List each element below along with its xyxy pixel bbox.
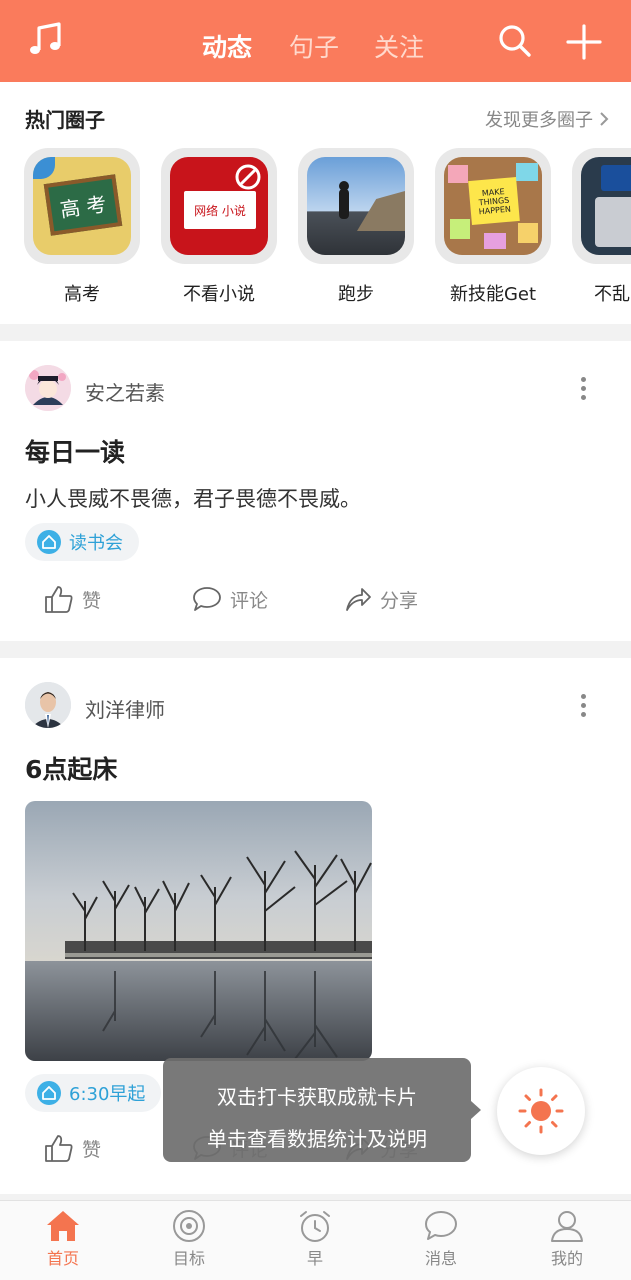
circle-item-running[interactable]: 跑步	[298, 148, 414, 306]
gaokao-image: 高 考	[33, 157, 131, 255]
like-label: 赞	[82, 589, 102, 612]
profile-icon	[551, 1211, 583, 1242]
tooltip-line-2: 单击查看数据统计及说明	[207, 1127, 427, 1151]
nav-label: 首页	[46, 1249, 79, 1268]
app-screen: 动态 句子 关注 热门圈子 发现更多圈子 高 考 高考 网络 小说 不看小说 跑…	[0, 0, 631, 1280]
circle-item-new-skill[interactable]: MAKE THINGS HAPPEN 新技能Get	[435, 148, 551, 306]
nav-label: 我的	[550, 1249, 583, 1268]
circle-thumb: 网络 小说	[161, 148, 277, 264]
hot-circles-section: 热门圈子 发现更多圈子 高 考 高考 网络 小说 不看小说 跑步 MAKE TH…	[0, 82, 631, 324]
circle-tag-label: 6:30早起	[69, 1084, 146, 1105]
house-icon	[37, 530, 61, 554]
circle-thumb: MAKE THINGS HAPPEN	[435, 148, 551, 264]
circle-tag[interactable]: 读书会	[25, 523, 139, 561]
house-icon	[37, 1081, 61, 1105]
circle-label: 高考	[64, 284, 100, 305]
nav-label: 早	[306, 1249, 323, 1268]
post-photo[interactable]	[25, 801, 372, 1061]
circle-tag[interactable]: 6:30早起	[25, 1074, 162, 1112]
avatar[interactable]	[25, 365, 71, 411]
tooltip-line-1: 双击打卡获取成就卡片	[217, 1085, 417, 1109]
circle-tag-label: 读书会	[69, 533, 123, 554]
comment-label: 评论	[230, 589, 269, 612]
no-novels-image: 网络 小说	[170, 157, 268, 255]
search-icon[interactable]	[496, 22, 534, 60]
post-author[interactable]: 安之若素	[85, 377, 165, 406]
music-icon[interactable]	[26, 20, 66, 60]
nav-home[interactable]: 首页	[23, 1209, 103, 1269]
target-icon	[173, 1210, 205, 1242]
new-skill-image: MAKE THINGS HAPPEN	[444, 157, 542, 255]
circle-item-no-impulse[interactable]: 不乱	[572, 148, 631, 306]
circle-label: 跑步	[338, 284, 374, 305]
home-icon	[47, 1211, 79, 1241]
circle-label: 不乱	[594, 284, 630, 305]
lake-trees-photo	[25, 801, 372, 1061]
bottom-nav: 首页 目标 早 消息 我的	[0, 1200, 631, 1280]
post-title: 每日一读	[25, 438, 126, 467]
like-button[interactable]: 赞	[44, 585, 101, 613]
sun-icon	[518, 1088, 564, 1134]
gaokao-board-text: 高 考	[58, 191, 108, 222]
circle-thumb: 高 考	[24, 148, 140, 264]
share-icon	[346, 588, 371, 611]
circle-thumb	[298, 148, 414, 264]
nav-morning[interactable]: 早	[275, 1209, 355, 1269]
hot-circles-title: 热门圈子	[25, 108, 105, 132]
running-image	[307, 157, 405, 255]
discover-more-label: 发现更多圈子	[485, 110, 593, 131]
top-bar: 动态 句子 关注	[0, 0, 631, 82]
nav-goals[interactable]: 目标	[149, 1209, 229, 1269]
nav-messages[interactable]: 消息	[401, 1209, 481, 1269]
post-title: 6点起床	[25, 755, 118, 784]
nav-label: 目标	[172, 1249, 205, 1268]
alarm-clock-icon	[300, 1211, 330, 1242]
nav-profile[interactable]: 我的	[527, 1209, 607, 1269]
circle-item-gaokao[interactable]: 高 考 高考	[24, 148, 140, 306]
no-impulse-image	[581, 157, 631, 255]
circle-item-no-novels[interactable]: 网络 小说 不看小说	[161, 148, 277, 306]
thumbs-up-icon	[45, 586, 73, 613]
no-novels-book-text: 网络 小说	[194, 203, 246, 218]
like-button[interactable]: 赞	[44, 1134, 101, 1162]
message-icon	[425, 1211, 457, 1240]
post-author[interactable]: 刘洋律师	[85, 694, 165, 723]
nav-label: 消息	[424, 1249, 457, 1268]
chevron-right-icon	[600, 112, 609, 126]
tab-sentence[interactable]: 句子	[289, 28, 339, 64]
add-icon[interactable]	[564, 22, 604, 62]
like-label: 赞	[82, 1138, 102, 1161]
circle-thumb	[572, 148, 631, 264]
post-card: 安之若素 每日一读 小人畏威不畏德，君子畏德不畏威。 读书会 赞 评论 分享	[0, 341, 631, 641]
discover-more-circles-link[interactable]: 发现更多圈子	[485, 106, 609, 132]
more-options-icon[interactable]	[581, 694, 587, 720]
checkin-float-button[interactable]	[497, 1067, 585, 1155]
share-label: 分享	[380, 589, 419, 612]
circle-label: 不看小说	[183, 284, 255, 305]
checkin-tooltip: 双击打卡获取成就卡片 单击查看数据统计及说明	[163, 1058, 471, 1162]
anime-avatar-image	[25, 365, 71, 411]
lawyer-avatar-image	[25, 682, 71, 728]
tooltip-arrow	[471, 1101, 481, 1119]
more-options-icon[interactable]	[581, 377, 587, 403]
forbidden-icon	[235, 164, 261, 190]
tab-follow[interactable]: 关注	[374, 28, 424, 64]
circle-label: 新技能Get	[449, 284, 537, 305]
comment-button[interactable]: 评论	[192, 585, 268, 613]
share-button[interactable]: 分享	[344, 585, 418, 613]
post-text: 小人畏威不畏德，君子畏德不畏威。	[25, 487, 361, 511]
sticky-note-text: MAKE THINGS HAPPEN	[478, 186, 512, 216]
avatar[interactable]	[25, 682, 71, 728]
tab-feed[interactable]: 动态	[202, 28, 252, 64]
post-actions: 赞 评论 分享	[0, 585, 631, 625]
thumbs-up-icon	[45, 1135, 73, 1162]
comment-icon	[193, 587, 221, 611]
